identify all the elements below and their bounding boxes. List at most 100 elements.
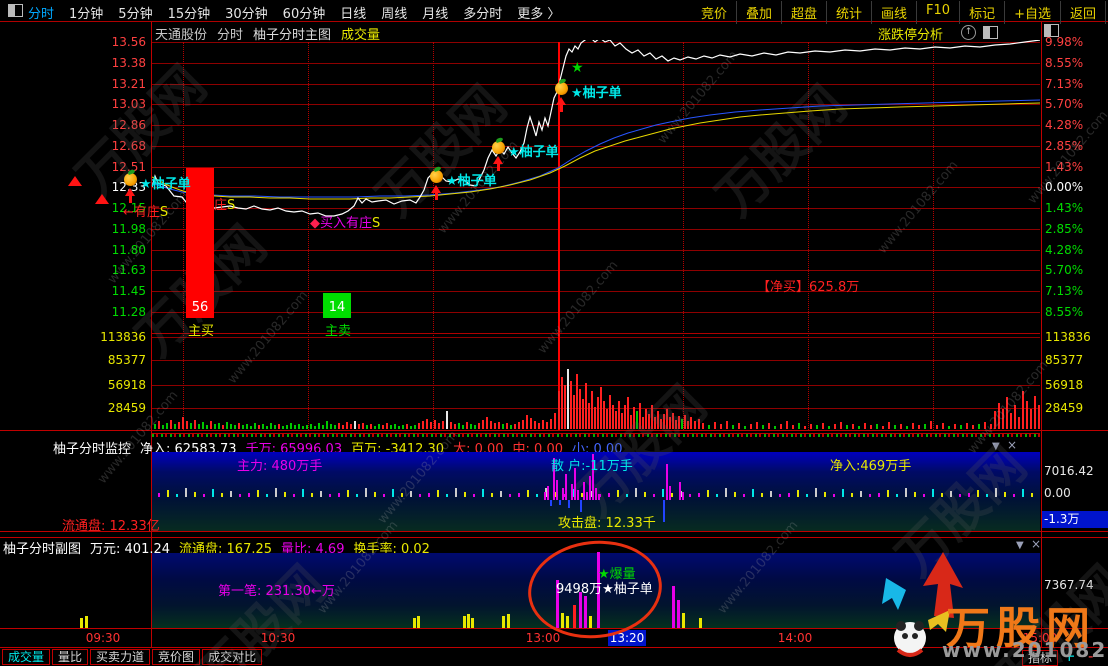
main-sell-label: 主卖: [318, 320, 358, 339]
toolbar-button-统计[interactable]: 统计: [827, 1, 872, 24]
toolbar-button-叠加[interactable]: 叠加: [737, 1, 782, 24]
monitor-panel-title[interactable]: 柚子分时监控: [53, 438, 131, 457]
monitor-bar: [666, 464, 668, 500]
bottom-tab-成交量[interactable]: 成交量: [2, 649, 50, 665]
avg-line: [152, 103, 1040, 199]
up-circle-icon[interactable]: ↑: [961, 25, 976, 40]
pomelo-signal-icon: [555, 82, 568, 95]
monitor-tick: [851, 493, 853, 497]
monitor-tick: [248, 493, 250, 497]
signal-up-arrow-stem: [560, 104, 563, 112]
sub-bar: [682, 613, 685, 628]
monitor-tick: [689, 494, 691, 497]
monitor-tick: [176, 494, 178, 497]
menu-item-周线[interactable]: 周线: [381, 3, 407, 22]
monitor-tick: [311, 493, 313, 497]
monitor-tick: [239, 494, 241, 497]
window-icon[interactable]: [8, 4, 23, 20]
volume-pane-bottom: [0, 430, 1108, 431]
monitor-tick: [257, 490, 259, 497]
monitor-tick: [896, 494, 898, 497]
toolbar-button-画线[interactable]: 画线: [872, 1, 917, 24]
main-force-label: 主力: 480万手: [237, 455, 322, 474]
monitor-bar: [682, 492, 684, 500]
sub-bar: [677, 600, 680, 628]
sub-bar: [507, 614, 510, 628]
signal-label: ★柚子单: [140, 173, 191, 192]
monitor-bar: [550, 500, 552, 506]
menu-item-30分钟[interactable]: 30分钟: [225, 3, 268, 22]
monitor-tick: [923, 494, 925, 497]
toolbar-button-返回[interactable]: 返回: [1061, 1, 1106, 24]
monitor-tick: [365, 488, 367, 497]
monitor-close-icon[interactable]: ×: [1007, 440, 1017, 450]
bottom-tab-成交对比[interactable]: 成交对比: [202, 649, 262, 665]
monitor-tick: [347, 490, 349, 497]
monitor-tick: [707, 490, 709, 497]
volume-axis-label: 28459: [0, 401, 146, 415]
toolbar-button-超盘[interactable]: 超盘: [782, 1, 827, 24]
monitor-tick: [302, 489, 304, 497]
bottom-tab-量比[interactable]: 量比: [52, 649, 88, 665]
menu-item-日线[interactable]: 日线: [340, 3, 366, 22]
monitor-bar: [580, 500, 582, 512]
monitor-right-value-2: 0.00: [1044, 486, 1071, 500]
monitor-bar: [577, 490, 579, 500]
menu-item-1分钟[interactable]: 1分钟: [69, 3, 103, 22]
monitor-tick: [779, 494, 781, 497]
main-buy-value: 56: [186, 300, 214, 315]
monitor-right-highlight: -1.3万: [1042, 511, 1108, 528]
monitor-tick: [734, 492, 736, 497]
monitor-tick: [320, 491, 322, 497]
menu-item-15分钟[interactable]: 15分钟: [168, 3, 211, 22]
pct-axis-label: 5.70%: [1045, 263, 1083, 277]
menu-item-60分钟[interactable]: 60分钟: [283, 3, 326, 22]
toolbar-button-竞价[interactable]: 竞价: [692, 1, 737, 24]
bottom-tab-买卖力道[interactable]: 买卖力道: [90, 649, 150, 665]
monitor-tick: [635, 488, 637, 497]
monitor-tick: [671, 493, 673, 497]
pct-axis-label: 2.85%: [1045, 139, 1083, 153]
monitor-tick: [1022, 489, 1024, 497]
monitor-tick: [437, 490, 439, 497]
menu-item-5分钟[interactable]: 5分钟: [118, 3, 152, 22]
monitor-tick: [230, 491, 232, 497]
float-shares-label: 流通盘: 12.33亿: [62, 515, 160, 534]
menu-item-月线[interactable]: 月线: [422, 3, 448, 22]
signal-up-arrow-stem: [497, 163, 500, 171]
monitor-tick: [1013, 494, 1015, 497]
monitor-collapse-icon[interactable]: ▼: [992, 442, 1000, 452]
monitor-tick: [842, 489, 844, 497]
pct-axis-label: 7.13%: [1045, 284, 1083, 298]
pct-axis-label: 7.13%: [1045, 77, 1083, 91]
net-in-label: 净入:469万手: [830, 455, 911, 474]
menu-item-多分时[interactable]: 多分时: [463, 3, 502, 22]
monitor-bar: [669, 486, 671, 500]
toolbar-button-+自选[interactable]: +自选: [1005, 1, 1061, 24]
monitor-tick: [455, 488, 457, 497]
price-axis-label: 11.63: [0, 263, 146, 277]
pct-axis-label: 8.55%: [1045, 305, 1083, 319]
sub-panel-title[interactable]: 柚子分时副图: [3, 538, 81, 557]
price-axis-label: 12.68: [0, 139, 146, 153]
toolbar-button-标记[interactable]: 标记: [960, 1, 1005, 24]
monitor-tick: [392, 489, 394, 497]
monitor-tick: [617, 490, 619, 497]
pomelo-signal-icon: [492, 141, 505, 154]
monitor-tick: [383, 494, 385, 497]
monitor-tick: [518, 493, 520, 497]
monitor-tick: [464, 492, 466, 497]
retail-label: 散 户:-11万手: [551, 455, 633, 474]
menu-item-更多 〉[interactable]: 更多 〉: [517, 3, 560, 22]
pct-axis-label: 0.00%: [1045, 180, 1083, 194]
menu-item-分时[interactable]: 分时: [28, 3, 54, 22]
main-sell-value: 14: [323, 300, 351, 315]
monitor-tick: [410, 491, 412, 497]
monitor-tick: [662, 489, 664, 497]
monitor-bar: [679, 482, 681, 500]
bottom-tab-竞价图[interactable]: 竞价图: [152, 649, 200, 665]
sub-bar: [85, 616, 88, 628]
volume-axis-label-right: 28459: [1045, 401, 1083, 415]
toolbar-button-F10[interactable]: F10: [917, 1, 960, 24]
sub-bar: [467, 614, 470, 628]
